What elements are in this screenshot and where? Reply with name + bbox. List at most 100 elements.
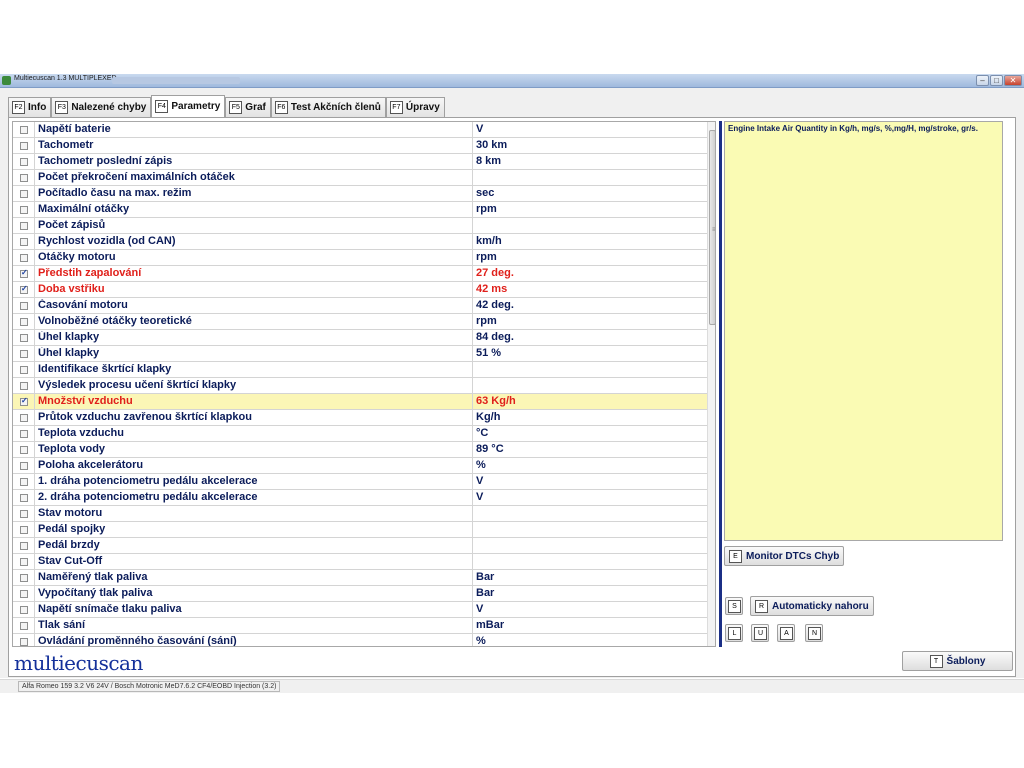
- tab-parametry[interactable]: F4 Parametry: [151, 95, 226, 117]
- tab-upravy[interactable]: F7 Úpravy: [385, 97, 445, 117]
- parameter-checkbox[interactable]: [20, 334, 28, 342]
- title-bar[interactable]: Multiecuscan 1.3 MULTIPLEXED – □ ✕: [0, 74, 1024, 88]
- u-button[interactable]: U: [751, 624, 769, 642]
- parameter-checkbox[interactable]: [20, 510, 28, 518]
- grid-scrollbar[interactable]: ≡: [707, 122, 715, 646]
- parameter-row[interactable]: Časování motoru 42 deg.: [13, 298, 708, 314]
- parameter-checkbox[interactable]: [20, 366, 28, 374]
- parameter-checkbox[interactable]: [20, 254, 28, 262]
- parameter-checkbox[interactable]: [20, 284, 28, 294]
- parameter-checkbox[interactable]: [20, 174, 28, 182]
- parameter-checkbox[interactable]: [20, 446, 28, 454]
- parameter-name: Výsledek procesu učení škrtící klapky: [38, 379, 237, 391]
- parameter-name: Úhel klapky: [38, 331, 100, 343]
- parameter-row[interactable]: Množství vzduchu 63 Kg/h: [13, 394, 708, 410]
- checkbox-cell: [13, 426, 35, 441]
- parameter-row[interactable]: Výsledek procesu učení škrtící klapky: [13, 378, 708, 394]
- parameter-row[interactable]: Doba vstřiku 42 ms: [13, 282, 708, 298]
- parameter-row[interactable]: Počet překročení maximálních otáček: [13, 170, 708, 186]
- parameter-checkbox[interactable]: [20, 526, 28, 534]
- parameter-row[interactable]: Teplota vzduchu °C: [13, 426, 708, 442]
- templates-button[interactable]: T Šablony: [902, 651, 1013, 671]
- panel-splitter[interactable]: [719, 121, 722, 647]
- close-button[interactable]: ✕: [1004, 75, 1022, 86]
- parameter-row[interactable]: Předstih zapalování 27 deg.: [13, 266, 708, 282]
- parameter-row[interactable]: Tlak sání mBar: [13, 618, 708, 634]
- parameter-row[interactable]: Průtok vzduchu zavřenou škrtící klapkou K…: [13, 410, 708, 426]
- s-button[interactable]: S: [725, 597, 743, 615]
- value-cell: 84 deg.: [472, 330, 708, 345]
- parameter-row[interactable]: Rychlost vozidla (od CAN) km/h: [13, 234, 708, 250]
- parameter-checkbox[interactable]: [20, 190, 28, 198]
- scrollbar-thumb[interactable]: ≡: [709, 130, 715, 325]
- parameter-checkbox[interactable]: [20, 396, 28, 406]
- parameter-checkbox[interactable]: [20, 606, 28, 614]
- minimize-button[interactable]: –: [976, 75, 989, 86]
- n-button[interactable]: N: [805, 624, 823, 642]
- tab-nalezene-chyby[interactable]: F3 Nalezené chyby: [51, 97, 152, 117]
- parameter-row[interactable]: Stav motoru: [13, 506, 708, 522]
- checkbox-cell: [13, 490, 35, 505]
- parameter-checkbox[interactable]: [20, 238, 28, 246]
- parameter-checkbox[interactable]: [20, 318, 28, 326]
- tab-graf[interactable]: F5 Graf: [225, 97, 271, 117]
- parameter-row[interactable]: Vypočítaný tlak paliva Bar: [13, 586, 708, 602]
- parameter-checkbox[interactable]: [20, 622, 28, 630]
- parameter-row[interactable]: Teplota vody 89 °C: [13, 442, 708, 458]
- parameter-checkbox[interactable]: [20, 158, 28, 166]
- parameter-row[interactable]: 1. dráha potenciometru pedálu akcelerace…: [13, 474, 708, 490]
- parameter-row[interactable]: Napětí snímače tlaku paliva V: [13, 602, 708, 618]
- parameter-name: Tachometr poslední zápis: [38, 155, 173, 167]
- tab-test-akcnich-clenu[interactable]: F6 Test Akčních členů: [270, 97, 386, 117]
- parameter-value: 63 Kg/h: [476, 395, 516, 407]
- parameter-checkbox[interactable]: [20, 590, 28, 598]
- parameter-checkbox[interactable]: [20, 142, 28, 150]
- parameter-checkbox[interactable]: [20, 638, 28, 646]
- parameter-checkbox[interactable]: [20, 430, 28, 438]
- parameter-checkbox[interactable]: [20, 126, 28, 134]
- maximize-button[interactable]: □: [990, 75, 1003, 86]
- parameter-row[interactable]: Napětí baterie V: [13, 122, 708, 138]
- monitor-dtcs-button[interactable]: E Monitor DTCs Chyb: [724, 546, 845, 566]
- parameter-row[interactable]: Tachometr 30 km: [13, 138, 708, 154]
- l-button[interactable]: L: [725, 624, 743, 642]
- parameter-row[interactable]: Ovládání proměnného časování (sání)%: [13, 634, 708, 646]
- value-cell: 30 km: [472, 138, 708, 153]
- tab-info[interactable]: F2 Info: [8, 97, 52, 117]
- parameter-name: Teplota vody: [38, 443, 106, 455]
- parameter-row[interactable]: Otáčky motoru rpm: [13, 250, 708, 266]
- parameter-row[interactable]: Počet zápisů: [13, 218, 708, 234]
- parameter-row[interactable]: Počítadlo času na max. režim sec: [13, 186, 708, 202]
- tab-key-label: F6: [274, 101, 288, 114]
- parameter-row[interactable]: Pedál brzdy: [13, 538, 708, 554]
- parameter-name: Předstih zapalování: [38, 267, 142, 279]
- parameter-row[interactable]: Volnoběžné otáčky teoretické rpm: [13, 314, 708, 330]
- parameter-row[interactable]: Identifikace škrtící klapky: [13, 362, 708, 378]
- parameter-checkbox[interactable]: [20, 302, 28, 310]
- parameter-checkbox[interactable]: [20, 350, 28, 358]
- parameter-row[interactable]: Tachometr poslední zápis 8 km: [13, 154, 708, 170]
- auto-scroll-top-button[interactable]: R Automaticky nahoru: [750, 596, 874, 616]
- parameter-checkbox[interactable]: [20, 222, 28, 230]
- parameter-checkbox[interactable]: [20, 382, 28, 390]
- parameter-checkbox[interactable]: [20, 542, 28, 550]
- parameter-row[interactable]: Maximální otáčky rpm: [13, 202, 708, 218]
- parameter-checkbox[interactable]: [20, 574, 28, 582]
- checkbox-cell: [13, 266, 35, 281]
- parameter-row[interactable]: Úhel klapky 84 deg.: [13, 330, 708, 346]
- parameter-row[interactable]: Pedál spojky: [13, 522, 708, 538]
- parameter-row[interactable]: 2. dráha potenciometru pedálu akcelerace…: [13, 490, 708, 506]
- parameter-checkbox[interactable]: [20, 206, 28, 214]
- parameter-row[interactable]: Stav Cut-Off: [13, 554, 708, 570]
- parameter-row[interactable]: Úhel klapky 51 %: [13, 346, 708, 362]
- parameter-checkbox[interactable]: [20, 478, 28, 486]
- parameter-checkbox[interactable]: [20, 268, 28, 278]
- a-button[interactable]: A: [777, 624, 795, 642]
- parameter-checkbox[interactable]: [20, 462, 28, 470]
- window-title: Multiecuscan 1.3 MULTIPLEXED: [14, 75, 117, 82]
- parameter-checkbox[interactable]: [20, 558, 28, 566]
- parameter-checkbox[interactable]: [20, 414, 28, 422]
- parameter-row[interactable]: Poloha akcelerátoru%: [13, 458, 708, 474]
- parameter-checkbox[interactable]: [20, 494, 28, 502]
- parameter-row[interactable]: Naměřený tlak paliva Bar: [13, 570, 708, 586]
